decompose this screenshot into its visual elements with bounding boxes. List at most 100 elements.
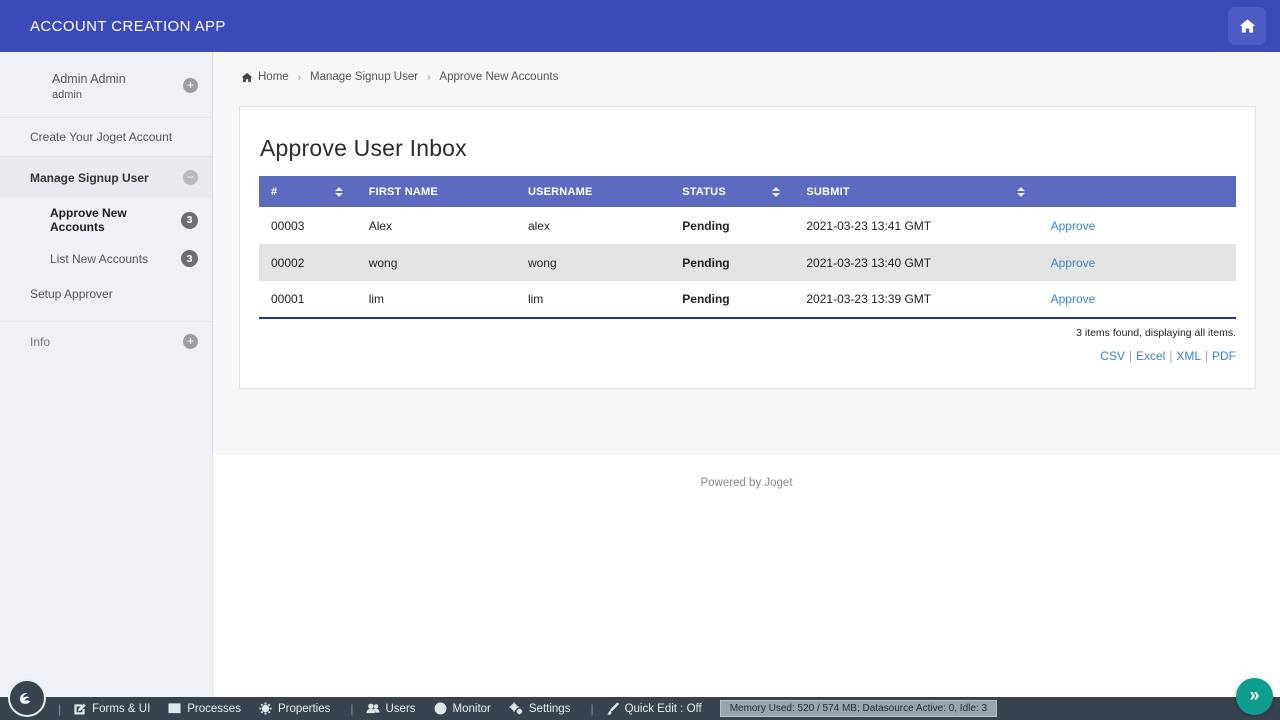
column-header-status[interactable]: STATUS bbox=[670, 176, 794, 207]
processes-button[interactable]: Processes bbox=[168, 702, 241, 715]
cell-username: lim bbox=[516, 281, 670, 318]
gauge-icon bbox=[434, 702, 447, 715]
quick-edit-toggle[interactable]: Quick Edit : Off bbox=[606, 702, 702, 715]
export-excel-link[interactable]: Excel bbox=[1136, 349, 1165, 363]
app-title: ACCOUNT CREATION APP bbox=[30, 18, 226, 35]
breadcrumb-label: Approve New Accounts bbox=[439, 71, 558, 83]
cell-status: Pending bbox=[670, 244, 794, 281]
plus-circle-icon[interactable]: + bbox=[183, 78, 198, 93]
sidebar-item-setup-approver[interactable]: Setup Approver bbox=[0, 275, 212, 313]
settings-button[interactable]: Settings bbox=[509, 702, 571, 715]
count-badge: 3 bbox=[181, 250, 198, 267]
export-pdf-link[interactable]: PDF bbox=[1212, 349, 1236, 363]
cell-submit: 2021-03-23 13:41 GMT bbox=[794, 207, 1038, 244]
sidebar-item-manage-signup-user[interactable]: Manage Signup User − bbox=[0, 157, 212, 198]
breadcrumb-separator: › bbox=[427, 72, 430, 83]
export-xml-link[interactable]: XML bbox=[1176, 349, 1201, 363]
cell-first-name: lim bbox=[357, 281, 516, 318]
column-header-first-name[interactable]: FIRST NAME bbox=[357, 176, 516, 207]
approve-link[interactable]: Approve bbox=[1051, 219, 1096, 233]
profile-name: Admin Admin bbox=[52, 72, 198, 86]
sort-icon[interactable] bbox=[335, 187, 343, 197]
count-badge: 3 bbox=[181, 212, 198, 229]
column-label: STATUS bbox=[682, 186, 726, 198]
minus-circle-icon[interactable]: − bbox=[183, 170, 198, 185]
plus-circle-icon[interactable]: + bbox=[183, 334, 198, 349]
users-button[interactable]: Users bbox=[366, 702, 416, 715]
export-links: CSV | Excel | XML | PDF bbox=[259, 349, 1236, 363]
content-bottom: Powered by Joget bbox=[213, 455, 1280, 697]
double-chevron-right-icon: » bbox=[1249, 685, 1259, 706]
content-area: Home › Manage Signup User › Approve New … bbox=[213, 52, 1280, 697]
breadcrumb-label: Home bbox=[258, 71, 289, 83]
form-edit-icon bbox=[73, 702, 86, 715]
table-row[interactable]: 00001 lim lim Pending 2021-03-23 13:39 G… bbox=[259, 281, 1236, 318]
column-header-actions bbox=[1039, 176, 1236, 207]
sidebar-profile[interactable]: Admin Admin admin + bbox=[0, 52, 212, 117]
table-summary: 3 items found, displaying all items. bbox=[259, 327, 1236, 339]
bar-item-label: Properties bbox=[278, 703, 330, 715]
bar-separator: | bbox=[350, 702, 353, 716]
joget-logo[interactable] bbox=[8, 679, 46, 717]
cell-submit: 2021-03-23 13:40 GMT bbox=[794, 244, 1038, 281]
properties-button[interactable]: Properties bbox=[259, 702, 330, 715]
profile-username: admin bbox=[52, 89, 198, 101]
bar-item-label: Forms & UI bbox=[92, 703, 150, 715]
sort-icon[interactable] bbox=[772, 187, 780, 197]
breadcrumb: Home › Manage Signup User › Approve New … bbox=[241, 71, 1280, 83]
powered-by-text: Powered by Joget bbox=[700, 477, 792, 489]
grid-icon bbox=[168, 702, 181, 715]
export-csv-link[interactable]: CSV bbox=[1100, 349, 1125, 363]
column-header-id[interactable]: # bbox=[259, 176, 357, 207]
sidebar: Admin Admin admin + Create Your Joget Ac… bbox=[0, 52, 213, 697]
column-header-submit[interactable]: SUBMIT bbox=[794, 176, 1038, 207]
export-separator: | bbox=[1169, 351, 1172, 363]
content-top: Home › Manage Signup User › Approve New … bbox=[213, 52, 1280, 455]
bar-item-label: Quick Edit : Off bbox=[625, 703, 702, 715]
expand-fab-button[interactable]: » bbox=[1236, 678, 1273, 715]
cell-status: Pending bbox=[670, 207, 794, 244]
home-button[interactable] bbox=[1228, 7, 1266, 45]
bar-item-label: Monitor bbox=[453, 703, 491, 715]
table-header-row: # FIRST NAME USERNAME bbox=[259, 176, 1236, 207]
export-separator: | bbox=[1205, 351, 1208, 363]
sidebar-item-approve-new-accounts[interactable]: Approve New Accounts 3 bbox=[0, 198, 212, 242]
sidebar-item-list-new-accounts[interactable]: List New Accounts 3 bbox=[0, 242, 212, 275]
column-label: FIRST NAME bbox=[369, 186, 438, 198]
home-icon bbox=[241, 72, 253, 83]
breadcrumb-home[interactable]: Home bbox=[241, 71, 289, 83]
bar-separator: | bbox=[590, 702, 593, 716]
breadcrumb-label: Manage Signup User bbox=[310, 71, 418, 83]
approve-link[interactable]: Approve bbox=[1051, 292, 1096, 306]
cell-first-name: Alex bbox=[357, 207, 516, 244]
forms-ui-button[interactable]: Forms & UI bbox=[73, 702, 150, 715]
table-row[interactable]: 00003 Alex alex Pending 2021-03-23 13:41… bbox=[259, 207, 1236, 244]
bar-item-label: Users bbox=[386, 703, 416, 715]
gears-icon bbox=[509, 702, 523, 715]
sidebar-item-info[interactable]: Info + bbox=[0, 322, 212, 361]
bar-item-label: Processes bbox=[187, 703, 241, 715]
cell-id: 00003 bbox=[259, 207, 357, 244]
bar-item-label: Settings bbox=[529, 703, 571, 715]
memory-status-badge: Memory Used: 520 / 574 MB; Datasource Ac… bbox=[720, 700, 997, 717]
cell-id: 00001 bbox=[259, 281, 357, 318]
column-label: SUBMIT bbox=[806, 186, 849, 198]
approve-link[interactable]: Approve bbox=[1051, 256, 1096, 270]
gear-icon bbox=[259, 702, 272, 715]
admin-bottom-bar: | Forms & UI Processes Properties | User… bbox=[0, 697, 1280, 720]
sidebar-item-label: List New Accounts bbox=[50, 252, 148, 266]
monitor-button[interactable]: Monitor bbox=[434, 702, 491, 715]
users-icon bbox=[366, 702, 380, 715]
sort-icon[interactable] bbox=[1017, 187, 1025, 197]
sidebar-item-label: Manage Signup User bbox=[30, 171, 149, 185]
sidebar-item-create-account[interactable]: Create Your Joget Account bbox=[0, 118, 212, 156]
export-separator: | bbox=[1129, 351, 1132, 363]
cell-submit: 2021-03-23 13:39 GMT bbox=[794, 281, 1038, 318]
column-label: # bbox=[271, 186, 277, 198]
breadcrumb-approve-new-accounts[interactable]: Approve New Accounts bbox=[439, 71, 558, 83]
cell-username: alex bbox=[516, 207, 670, 244]
app-header: ACCOUNT CREATION APP bbox=[0, 0, 1280, 52]
column-header-username[interactable]: USERNAME bbox=[516, 176, 670, 207]
breadcrumb-manage-signup-user[interactable]: Manage Signup User bbox=[310, 71, 418, 83]
table-row[interactable]: 00002 wong wong Pending 2021-03-23 13:40… bbox=[259, 244, 1236, 281]
